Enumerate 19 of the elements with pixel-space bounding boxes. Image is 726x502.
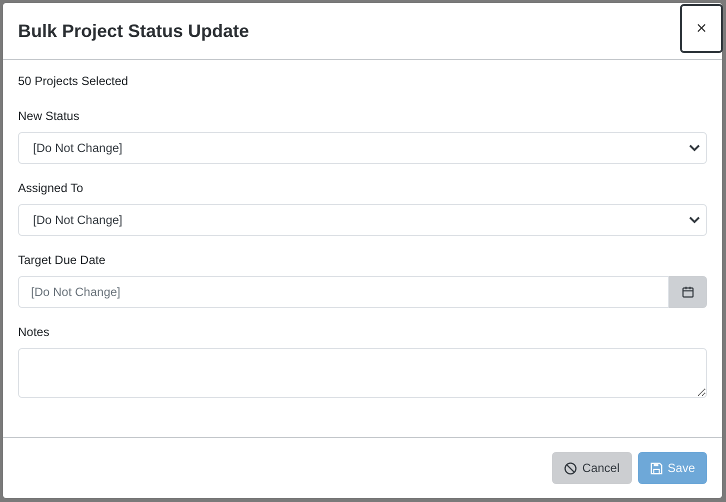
dropdown-value: [Do Not Change]	[33, 213, 122, 227]
dialog-title: Bulk Project Status Update	[18, 20, 250, 42]
dropdown[interactable]: [Do Not Change]	[18, 204, 707, 236]
dropdown[interactable]: [Do Not Change]	[18, 132, 707, 164]
date-field[interactable]: [Do Not Change]	[18, 276, 669, 308]
field-label: Notes	[18, 325, 50, 339]
field-label: New Status	[18, 109, 80, 123]
field-label: Target Due Date	[18, 253, 106, 267]
cancel-button[interactable]: Cancel	[552, 452, 632, 484]
selection-count: 50 Projects Selected	[18, 74, 130, 88]
calendar-button[interactable]	[669, 276, 707, 308]
chevron-icon	[689, 144, 700, 152]
field-label: Assigned To	[18, 181, 84, 195]
notes-field[interactable]	[18, 348, 707, 398]
dropdown-value: [Do Not Change]	[33, 141, 122, 155]
chevron-icon	[689, 216, 700, 224]
calendar-icon	[682, 286, 694, 298]
close-button[interactable]: ×	[680, 4, 723, 53]
ban-icon	[564, 462, 578, 474]
